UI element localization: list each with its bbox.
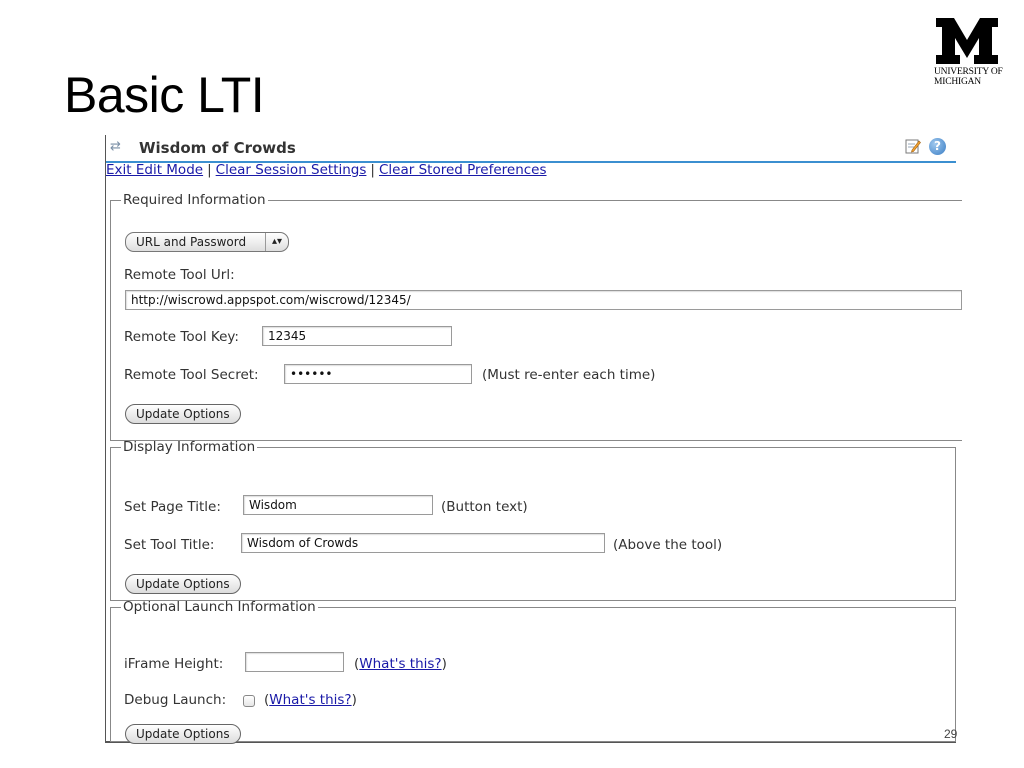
tool-title-label: Set Tool Title: [124, 537, 215, 553]
portlet-title: Wisdom of Crowds [139, 139, 296, 157]
page-title-input[interactable] [243, 495, 433, 515]
link-separator: | [207, 162, 212, 178]
logo-line-2: MICHIGAN [934, 77, 981, 87]
remote-tool-secret-input[interactable] [284, 364, 472, 384]
update-options-button[interactable]: Update Options [125, 724, 241, 744]
debug-whats-this-link[interactable]: What's this? [269, 692, 351, 708]
tool-title-note: (Above the tool) [613, 537, 723, 553]
remote-tool-url-input[interactable] [125, 290, 962, 310]
iframe-whats-this-link[interactable]: What's this? [359, 656, 441, 672]
portlet-titlebar: ⇄ Wisdom of Crowds ? [106, 135, 956, 163]
clear-stored-preferences-link[interactable]: Clear Stored Preferences [379, 162, 547, 178]
swap-icon[interactable]: ⇄ [110, 140, 121, 154]
auth-type-select[interactable]: URL and Password ▴▾ [125, 232, 289, 252]
optional-launch-information-section: Optional Launch Information iFrame Heigh… [110, 599, 956, 744]
debug-launch-checkbox[interactable] [243, 695, 255, 707]
university-logo: UNIVERSITY OF MICHIGAN [934, 16, 1014, 92]
page-title-note: (Button text) [441, 499, 528, 515]
help-icon[interactable]: ? [929, 138, 946, 155]
debug-help: (What's this?) [264, 692, 357, 708]
paren-close: ) [441, 656, 447, 672]
remote-tool-secret-label: Remote Tool Secret: [124, 367, 259, 383]
display-information-legend: Display Information [123, 439, 256, 455]
remote-tool-key-input[interactable] [262, 326, 452, 346]
required-information-legend: Required Information [123, 192, 266, 208]
update-options-button[interactable]: Update Options [125, 574, 241, 594]
exit-edit-mode-link[interactable]: Exit Edit Mode [106, 162, 203, 178]
select-arrows-icon: ▴▾ [265, 233, 288, 251]
page-number: 29 [944, 727, 958, 741]
link-separator: | [370, 162, 375, 178]
secret-note: (Must re-enter each time) [482, 367, 656, 383]
auth-type-value: URL and Password [136, 235, 247, 249]
edit-mode-links: Exit Edit Mode | Clear Session Settings | Cl… [106, 162, 547, 178]
edit-icon[interactable] [905, 138, 921, 154]
iframe-height-label: iFrame Height: [124, 656, 224, 672]
tool-title-input[interactable] [241, 533, 605, 553]
debug-launch-label: Debug Launch: [124, 692, 227, 708]
remote-tool-url-label: Remote Tool Url: [124, 267, 235, 283]
iframe-height-input[interactable] [245, 652, 344, 672]
display-information-section: Display Information Set Page Title: (But… [110, 439, 956, 601]
clear-session-settings-link[interactable]: Clear Session Settings [216, 162, 367, 178]
iframe-help: (What's this?) [354, 656, 447, 672]
remote-tool-key-label: Remote Tool Key: [124, 329, 239, 345]
page-title-label: Set Page Title: [124, 499, 221, 515]
optional-launch-information-legend: Optional Launch Information [123, 599, 316, 615]
portlet-window: ⇄ Wisdom of Crowds ? Exit Edit Mode | Clea… [105, 135, 962, 744]
required-information-section: Required Information URL and Password ▴▾… [110, 192, 962, 441]
update-options-button[interactable]: Update Options [125, 404, 241, 424]
logo-line-1: UNIVERSITY OF [934, 67, 1003, 77]
paren-close: ) [351, 692, 357, 708]
block-m-logo-icon [936, 18, 998, 64]
slide-title: Basic LTI [64, 67, 265, 123]
